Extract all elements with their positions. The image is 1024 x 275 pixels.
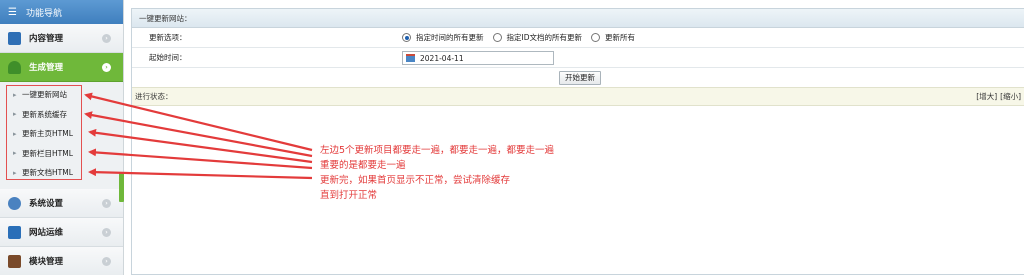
option-by-id[interactable]: 指定ID文档的所有更新 [492,32,583,43]
submenu-item-update-doc[interactable]: 更新文档HTML [0,163,123,183]
book-icon [8,254,21,268]
submenu-item-update-home[interactable]: 更新主页HTML [0,124,123,144]
chevron-right-icon: › [102,199,111,208]
option-by-time[interactable]: 指定时间的所有更新 [402,32,484,43]
submenu-item-update-cache[interactable]: 更新系统缓存 [0,105,123,125]
sidebar-item-label: 网站运维 [29,228,64,238]
submenu-item-label: 更新系统缓存 [22,109,67,119]
start-update-button[interactable]: 开始更新 [559,70,601,85]
sidebar-item-label: 生成管理 [29,63,64,73]
update-options-row: 更新选项： 指定时间的所有更新 指定ID文档的所有更新 更新所有 [132,28,1024,48]
status-bar: 进行状态： [增大] [缩小] [132,87,1024,106]
monitor-icon [8,225,21,239]
option-all[interactable]: 更新所有 [591,32,635,43]
submenu-item-label: 更新主页HTML [22,129,73,139]
calendar-icon [406,54,415,62]
submenu: 一键更新网站 更新系统缓存 更新主页HTML 更新栏目HTML 更新文档HTML [0,82,123,189]
chevron-right-icon: › [102,63,111,72]
submenu-item-update-column[interactable]: 更新栏目HTML [0,144,123,164]
sidebar-item-label: 模块管理 [29,257,64,267]
sidebar-item-content[interactable]: 内容管理 › [0,24,123,53]
menu-icon: ☰ [8,6,17,18]
start-time-row: 起始时间： 2021-04-11 [132,48,1024,68]
note-line: 直到打开正常 [320,190,378,201]
option-label: 指定时间的所有更新 [416,33,484,42]
sidebar-item-generate[interactable]: 生成管理 › [0,53,123,82]
note-line: 左边5个更新项目都要走一遍，都要走一遍，都要走一遍 [320,145,555,156]
chevron-right-icon: › [102,34,111,43]
radio-icon [591,33,600,42]
submenu-item-label: 更新文档HTML [22,168,73,178]
zoom-in-link[interactable]: [增大] [976,91,997,102]
submenu-item-update-site[interactable]: 一键更新网站 [0,85,123,105]
sidebar-header: ☰ 功能导航 [0,0,123,24]
button-row: 开始更新 [132,68,1024,87]
start-time-input[interactable]: 2021-04-11 [402,51,554,65]
chevron-right-icon: › [102,228,111,237]
sidebar-item-modules[interactable]: 模块管理 › [0,247,123,275]
main-panel: 一键更新网站： 更新选项： 指定时间的所有更新 指定ID文档的所有更新 更新所有 [131,8,1024,275]
sidebar-item-settings[interactable]: 系统设置 › [0,189,123,218]
submenu-item-label: 一键更新网站 [22,90,67,100]
tree-icon [8,60,21,74]
zoom-controls: [增大] [缩小] [976,91,1021,102]
app-window: ☰ 功能导航 内容管理 › 生成管理 › 一键更新网站 更新系统缓存 更新主页H… [0,0,1024,275]
gear-icon [8,196,21,210]
update-options-label: 更新选项： [149,33,187,42]
option-label: 更新所有 [605,33,635,42]
sidebar-header-label: 功能导航 [25,8,62,19]
annotation-note: 左边5个更新项目都要走一遍，都要走一遍，都要走一遍 重要的是都要走一遍 更新完，… [320,143,554,203]
radio-icon [492,33,502,42]
sidebar-item-label: 内容管理 [29,34,64,44]
sidebar-collapse-handle[interactable] [119,172,124,202]
note-line: 更新完，如果首页显示不正常，尝试清除缓存 [320,175,511,186]
page-title: 一键更新网站： [132,9,1024,28]
start-time-value: 2021-04-11 [420,53,464,63]
note-line: 重要的是都要走一遍 [320,160,406,171]
status-label: 进行状态： [135,92,173,101]
zoom-out-link[interactable]: [缩小] [1000,91,1021,102]
submenu-item-label: 更新栏目HTML [22,148,73,158]
pencil-icon [8,31,21,45]
start-time-label: 起始时间： [149,53,187,62]
option-label: 指定ID文档的所有更新 [506,33,583,42]
sidebar-item-ops[interactable]: 网站运维 › [0,218,123,247]
radio-checked-icon [402,33,411,42]
sidebar: ☰ 功能导航 内容管理 › 生成管理 › 一键更新网站 更新系统缓存 更新主页H… [0,0,124,275]
sidebar-item-label: 系统设置 [29,199,64,209]
update-options-group: 指定时间的所有更新 指定ID文档的所有更新 更新所有 [402,32,644,43]
chevron-right-icon: › [102,257,111,266]
